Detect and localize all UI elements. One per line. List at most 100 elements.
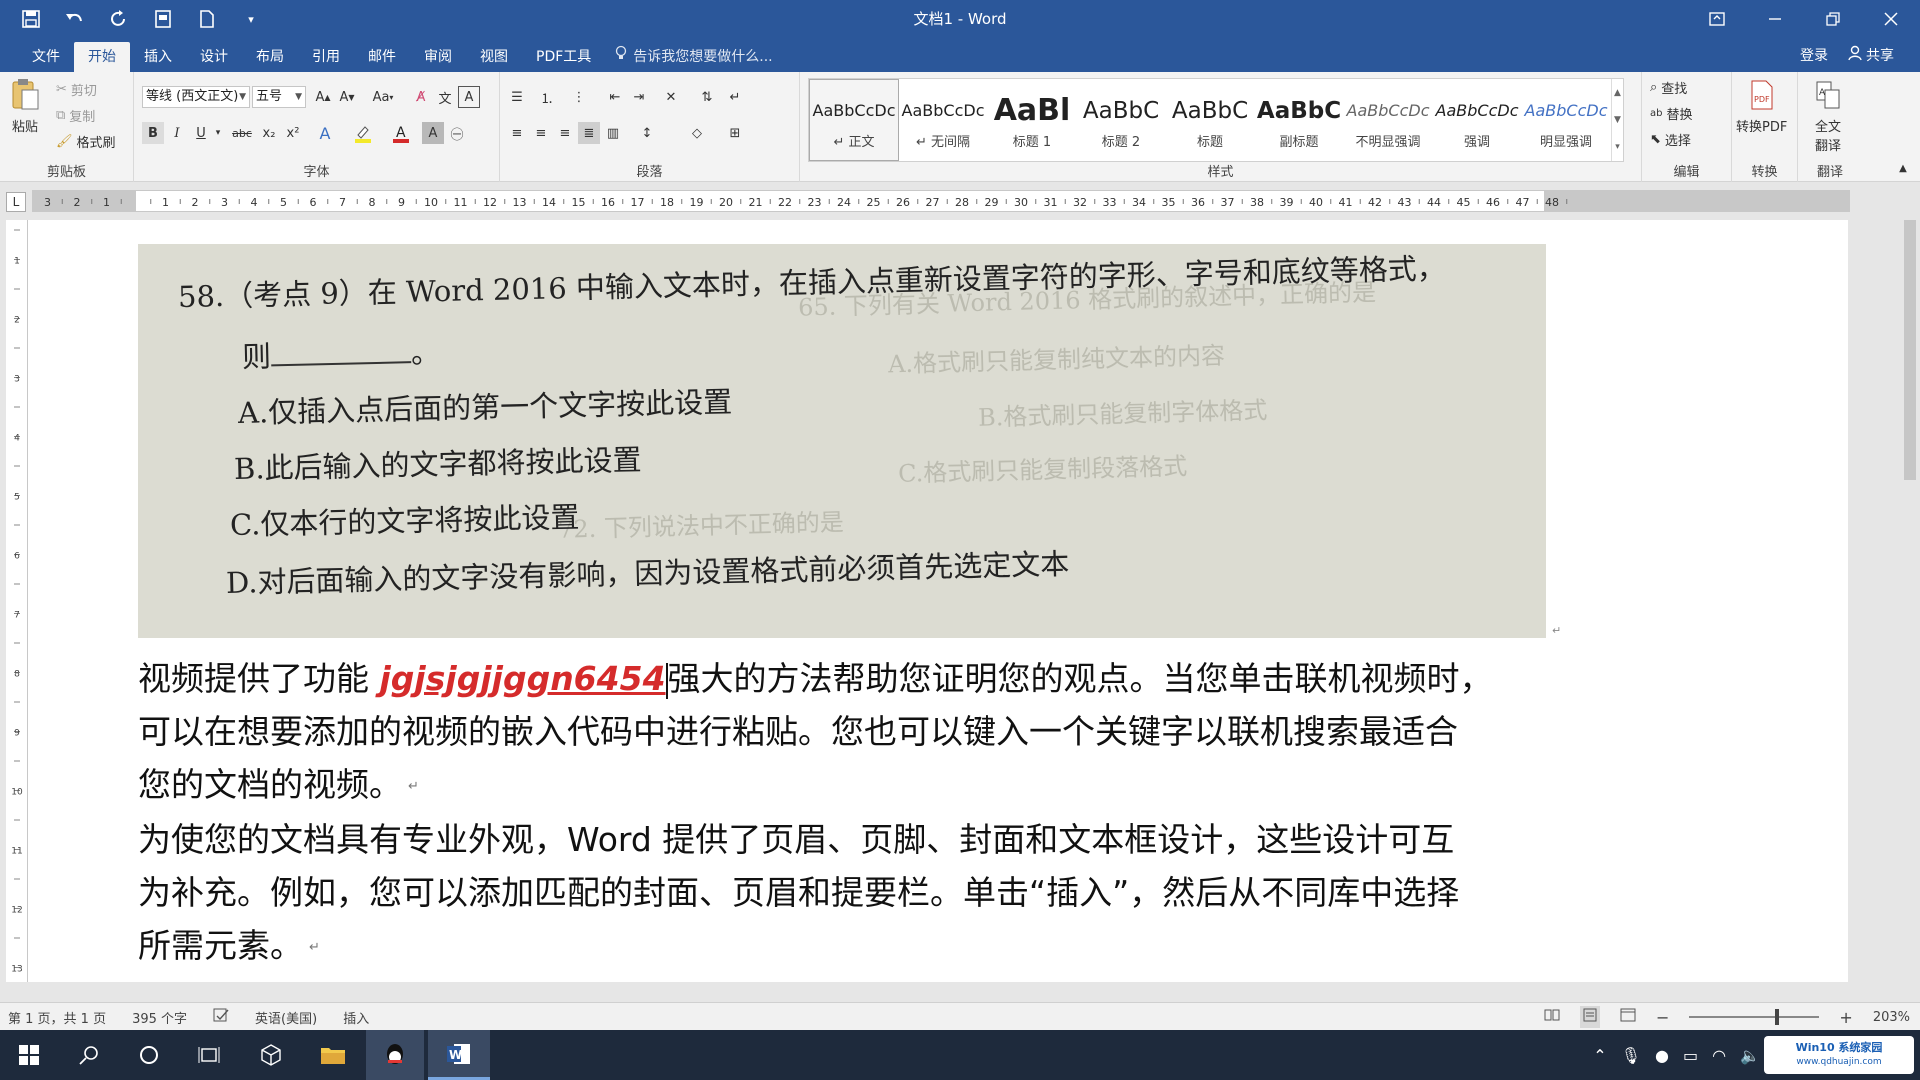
3d-box-icon[interactable] xyxy=(242,1030,300,1080)
app-tray-icon[interactable]: ● xyxy=(1655,1046,1669,1065)
task-view-icon[interactable] xyxy=(180,1030,238,1080)
style-subtitle[interactable]: AaBbC 副标题 xyxy=(1255,79,1344,161)
font-name-combo[interactable]: 等线 (西文正文) ▼ xyxy=(142,86,250,108)
zoom-in-icon[interactable]: + xyxy=(1839,1008,1852,1027)
text-effects-icon[interactable]: A xyxy=(314,122,336,144)
sort-icon[interactable]: ⇅ xyxy=(696,86,718,108)
web-layout-icon[interactable] xyxy=(1620,1008,1636,1026)
line-spacing-icon[interactable]: ↕ xyxy=(636,122,658,144)
highlighted-word[interactable]: jgjsjgjjggn6454 xyxy=(380,659,666,698)
paste-button[interactable]: 粘贴 xyxy=(10,78,40,135)
save-icon[interactable] xyxy=(16,4,46,34)
tab-insert[interactable]: 插入 xyxy=(130,42,186,72)
font-color-icon[interactable]: A xyxy=(390,122,412,144)
format-painter-button[interactable]: 🖌 格式刷 xyxy=(56,132,116,151)
style-no-spacing[interactable]: AaBbCcDc ↵ 无间隔 xyxy=(899,79,988,161)
numbering-icon[interactable]: ⒈ xyxy=(536,86,558,108)
enclose-char-icon[interactable]: ㊀ xyxy=(446,122,468,144)
qq-icon[interactable] xyxy=(366,1030,424,1080)
highlight-icon[interactable] xyxy=(352,122,374,144)
login-link[interactable]: 登录 xyxy=(1800,45,1828,65)
close-icon[interactable] xyxy=(1862,0,1920,38)
vertical-scrollbar[interactable] xyxy=(1900,220,1920,982)
tab-pdf-tools[interactable]: PDF工具 xyxy=(522,42,605,72)
cut-button[interactable]: ✂ 剪切 xyxy=(56,80,97,99)
decrease-indent-icon[interactable]: ⇤ xyxy=(604,86,626,108)
change-case-button[interactable]: Aa ▾ xyxy=(368,86,398,108)
customize-icon[interactable]: ▾ xyxy=(236,4,266,34)
collapse-ribbon-icon[interactable]: ▲ xyxy=(1892,157,1914,179)
italic-button[interactable]: I xyxy=(166,122,188,144)
print-layout-icon[interactable] xyxy=(1580,1006,1601,1028)
scanned-question-image[interactable]: 65. 下列有关 Word 2016 格式刷的叙述中，正确的是 A.格式刷只能复… xyxy=(138,244,1546,638)
select-button[interactable]: ⬉ 选择 xyxy=(1650,130,1691,149)
align-left-icon[interactable]: ≡ xyxy=(506,122,528,144)
cortana-icon[interactable] xyxy=(120,1030,178,1080)
gallery-scroll[interactable]: ▲ ▼ ▾ xyxy=(1611,79,1623,161)
wifi-icon[interactable]: ◠ xyxy=(1712,1046,1726,1065)
superscript-button[interactable]: x² xyxy=(282,122,304,144)
proofing-icon[interactable] xyxy=(213,1008,229,1026)
page-count[interactable]: 第 1 页，共 1 页 xyxy=(8,1008,106,1027)
bold-button[interactable]: B xyxy=(142,122,164,144)
share-button[interactable]: 共享 xyxy=(1848,45,1894,65)
convert-pdf-button[interactable]: PDF 转换PDF xyxy=(1736,80,1787,135)
increase-indent-icon[interactable]: ⇥ xyxy=(628,86,650,108)
search-icon[interactable] xyxy=(60,1030,118,1080)
tab-references[interactable]: 引用 xyxy=(298,42,354,72)
clear-format-icon[interactable]: A̸ xyxy=(410,86,432,108)
multilevel-list-icon[interactable]: ⋮ xyxy=(568,86,590,108)
redo-icon[interactable] xyxy=(104,4,134,34)
microphone-icon[interactable]: 🎙 xyxy=(1621,1046,1641,1065)
copy-button[interactable]: ⧉ 复制 xyxy=(56,106,95,125)
style-emphasis[interactable]: AaBbCcDc 强调 xyxy=(1433,79,1522,161)
page[interactable]: 65. 下列有关 Word 2016 格式刷的叙述中，正确的是 A.格式刷只能复… xyxy=(28,220,1848,982)
style-title[interactable]: AaBbC 标题 xyxy=(1166,79,1255,161)
full-translate-button[interactable]: A 全文翻译 xyxy=(1808,80,1848,154)
tab-layout[interactable]: 布局 xyxy=(242,42,298,72)
zoom-level[interactable]: 203% xyxy=(1873,1010,1910,1025)
underline-dropdown-icon[interactable]: ▾ xyxy=(212,122,224,144)
shrink-font-icon[interactable]: A ▼ xyxy=(336,86,358,108)
undo-icon[interactable] xyxy=(60,4,90,34)
distributed-icon[interactable]: ▥ xyxy=(602,122,624,144)
new-doc-icon[interactable] xyxy=(192,4,222,34)
read-mode-icon[interactable] xyxy=(1544,1008,1560,1026)
style-subtle-emphasis[interactable]: AaBbCcDc 不明显强调 xyxy=(1344,79,1433,161)
zoom-out-icon[interactable]: − xyxy=(1656,1008,1669,1027)
justify-icon[interactable]: ≣ xyxy=(578,122,600,144)
borders-icon[interactable]: ⊞ xyxy=(724,122,746,144)
file-explorer-icon[interactable] xyxy=(304,1030,362,1080)
char-border-icon[interactable]: A xyxy=(458,86,480,108)
more-icon[interactable]: ▾ xyxy=(1615,142,1620,152)
style-heading-1[interactable]: AaBl 标题 1 xyxy=(988,79,1077,161)
word-taskbar-icon[interactable]: W xyxy=(428,1030,490,1080)
align-right-icon[interactable]: ≡ xyxy=(554,122,576,144)
language[interactable]: 英语(美国) xyxy=(255,1008,317,1027)
insert-mode[interactable]: 插入 xyxy=(343,1008,369,1027)
find-button[interactable]: ⌕ 查找 xyxy=(1650,78,1687,97)
minimize-icon[interactable] xyxy=(1746,0,1804,38)
tab-view[interactable]: 视图 xyxy=(466,42,522,72)
tab-selector[interactable]: L xyxy=(6,192,26,212)
document-body[interactable]: 视频提供了功能 jgjsjgjjggn6454强大的方法帮助您证明您的观点。当您… xyxy=(138,652,1548,982)
chevron-up-icon[interactable]: ▲ xyxy=(1614,88,1621,98)
style-heading-2[interactable]: AaBbC 标题 2 xyxy=(1077,79,1166,161)
phonetic-guide-icon[interactable]: 文 xyxy=(434,86,456,108)
show-marks-icon[interactable]: ↵ xyxy=(724,86,746,108)
ribbon-display-icon[interactable] xyxy=(1688,0,1746,38)
char-shading-icon[interactable]: A xyxy=(422,122,444,144)
shading-icon[interactable]: ◇ xyxy=(686,122,708,144)
style-normal[interactable]: AaBbCcDc ↵ 正文 xyxy=(809,79,899,161)
battery-icon[interactable]: ▭ xyxy=(1683,1046,1698,1065)
subscript-button[interactable]: x₂ xyxy=(258,122,280,144)
scrollbar-thumb[interactable] xyxy=(1904,220,1916,480)
tab-review[interactable]: 审阅 xyxy=(410,42,466,72)
replace-button[interactable]: ab 替换 xyxy=(1650,104,1693,123)
chevron-up-icon[interactable]: ⌃ xyxy=(1593,1046,1606,1065)
tell-me-box[interactable]: 告诉我您想要做什么... xyxy=(615,42,773,72)
align-center-icon[interactable]: ≡ xyxy=(530,122,552,144)
chinese-layout-icon[interactable]: ✕ xyxy=(660,86,682,108)
zoom-slider[interactable] xyxy=(1689,1009,1820,1025)
underline-button[interactable]: U xyxy=(190,122,212,144)
